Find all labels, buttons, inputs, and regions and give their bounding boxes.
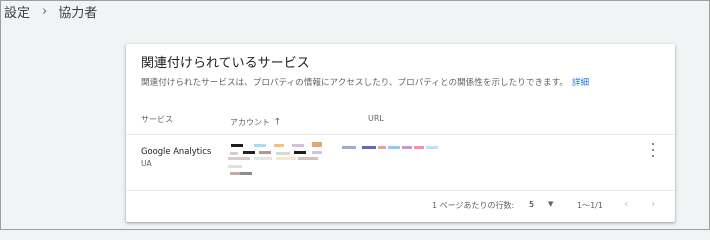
header-divider bbox=[126, 134, 675, 135]
chevron-left-icon[interactable]: ‹ bbox=[624, 197, 628, 210]
column-header-url: URL bbox=[368, 114, 384, 123]
service-type: UA bbox=[141, 159, 152, 168]
chevron-right-icon: › bbox=[42, 3, 48, 19]
linked-services-card: 関連付けられているサービス 関連付けられたサービスは、プロパティの情報にアクセス… bbox=[126, 44, 675, 222]
footer-divider bbox=[126, 190, 675, 191]
more-vert-icon[interactable] bbox=[647, 143, 659, 157]
rows-per-page-select[interactable]: 5 bbox=[529, 200, 534, 209]
arrow-up-icon: 🡑 bbox=[275, 117, 280, 127]
rows-per-page-label: 1 ページあたりの行数: bbox=[432, 201, 515, 210]
caret-down-icon[interactable]: ▼ bbox=[548, 200, 553, 208]
service-name: Google Analytics bbox=[141, 146, 212, 156]
column-header-account-label: アカウント bbox=[230, 117, 270, 127]
breadcrumb-settings[interactable]: 設定 bbox=[4, 2, 30, 21]
breadcrumb-collaborators: 協力者 bbox=[58, 5, 98, 21]
breadcrumb: 設定 › 協力者 bbox=[4, 2, 98, 21]
card-description: 関連付けられたサービスは、プロパティの情報にアクセスしたり、プロパティとの関係性… bbox=[141, 76, 589, 88]
details-link[interactable]: 詳細 bbox=[572, 78, 589, 88]
card-title: 関連付けられているサービス bbox=[141, 56, 310, 71]
column-header-service: サービス bbox=[141, 115, 173, 124]
pagination-range: 1〜1/1 bbox=[577, 201, 603, 210]
chevron-right-icon[interactable]: › bbox=[651, 197, 655, 210]
column-header-account[interactable]: アカウント 🡑 bbox=[230, 114, 280, 130]
description-text: 関連付けられたサービスは、プロパティの情報にアクセスしたり、プロパティとの関係性… bbox=[141, 78, 568, 88]
